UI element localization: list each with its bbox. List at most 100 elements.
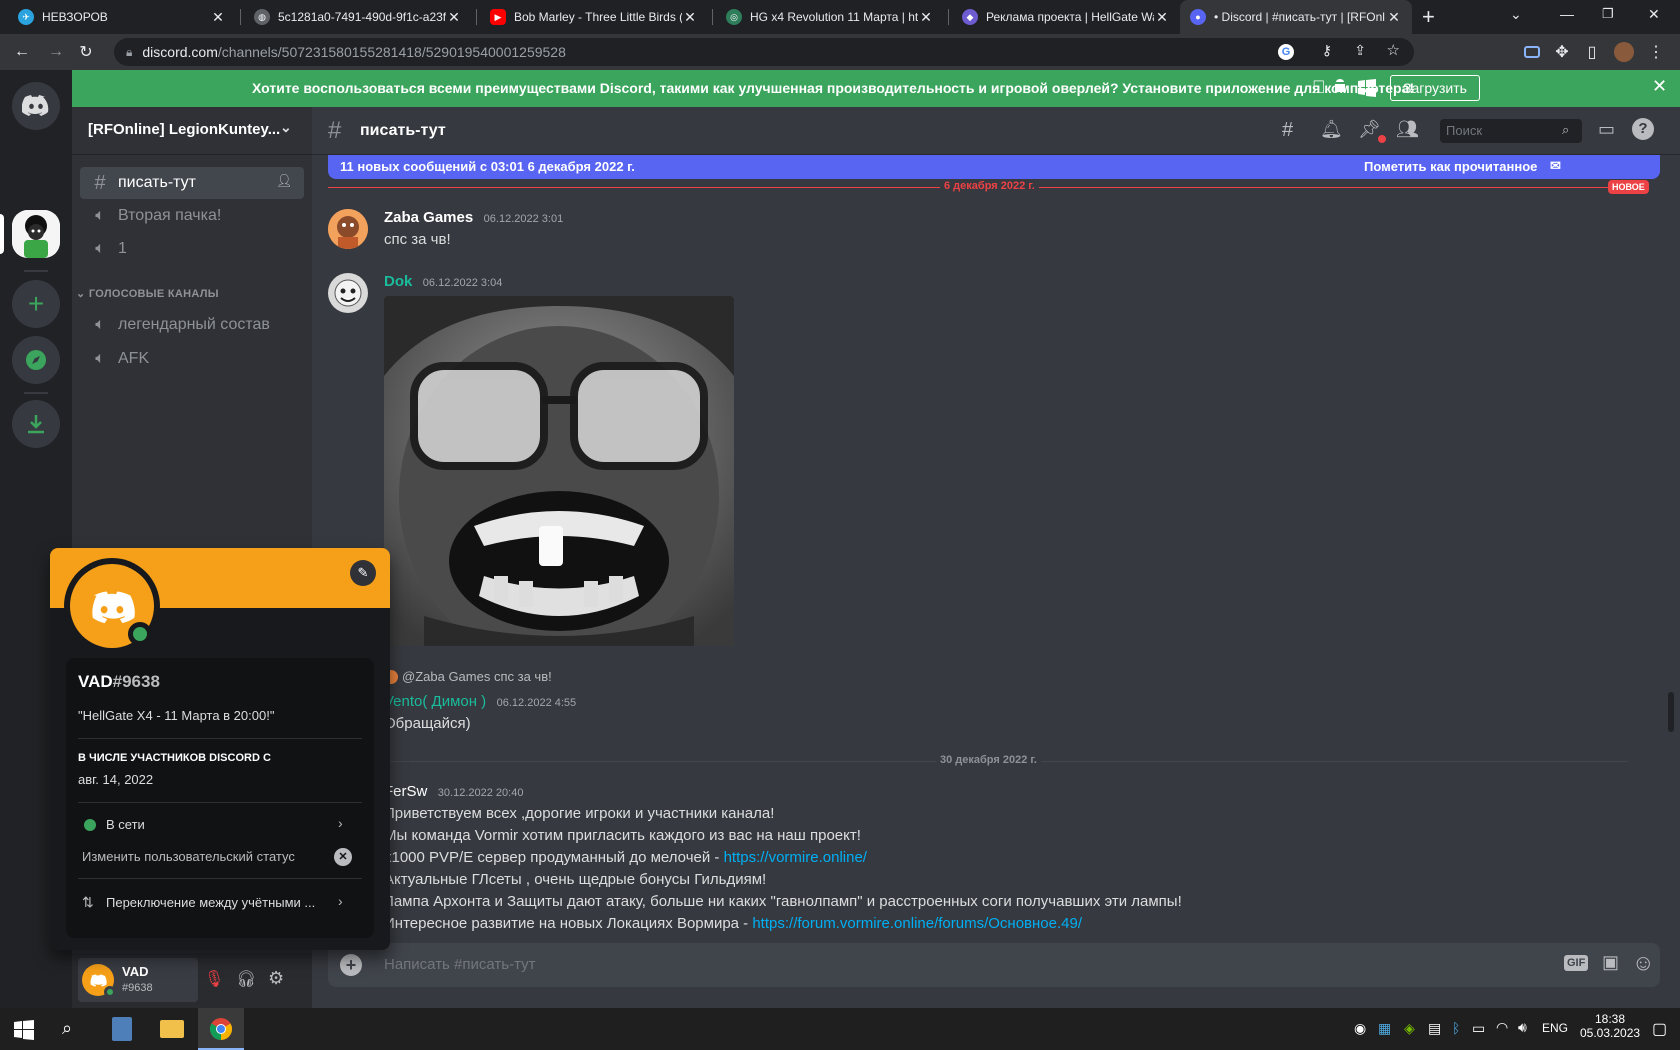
tab-0[interactable]: ✈ НЕВЗОРОВ ✕ [8,0,236,34]
close-icon[interactable]: ✕ [1386,9,1402,26]
google-icon[interactable]: G [1278,44,1294,60]
reload-icon[interactable]: ↻ [74,40,98,64]
category-label: ГОЛОСОВЫЕ КАНАЛЫ [88,288,219,300]
threads-icon[interactable]: # [1282,119,1293,142]
close-icon[interactable]: ✕ [446,9,462,26]
member-list-icon[interactable]: 👥︎ [1396,119,1419,140]
message-author[interactable]: FerSw [384,783,427,800]
mic-muted-icon[interactable]: 🎙︎ [204,969,224,989]
notification-bell-icon[interactable]: 🔔︎ [1320,119,1343,140]
tab-1[interactable]: ◍ 5c1281a0-7491-490d-9f1c-a23f ✕ [244,0,472,34]
share-icon[interactable]: ⇪ [1354,42,1366,59]
custom-status-button[interactable]: Изменить пользовательский статус ✕ [74,842,366,872]
status-selector[interactable]: В сети › [74,810,366,840]
menu-kebab-icon[interactable]: ⋮ [1644,40,1668,64]
tab-5-active[interactable]: ● • Discord | #писать-тут | [RFOnl ✕ [1180,0,1412,34]
close-icon[interactable]: ✕ [1652,76,1667,97]
search-input[interactable]: Поиск ⌕ [1440,119,1582,143]
clear-status-icon[interactable]: ✕ [334,848,352,866]
tab-search-icon[interactable]: ⌄ [1510,6,1522,23]
emoji-icon[interactable]: ☺ [1632,950,1654,976]
chrome-taskbar-button[interactable] [198,1008,244,1050]
battery-icon[interactable]: ▭ [1472,1020,1485,1037]
channel-item-1[interactable]: 🔈︎ 1 [80,233,304,265]
member-since-label: В ЧИСЛЕ УЧАСТНИКОВ DISCORD С [78,752,271,764]
channel-item-vtoraya-pachka[interactable]: 🔈︎ Вторая пачка! [80,200,304,232]
message-link[interactable]: https://vormire.online/ [724,849,867,866]
tray-app-2-icon[interactable]: ▤ [1428,1020,1441,1037]
volume-icon[interactable]: 🔊︎ [1518,1019,1527,1036]
server-header[interactable]: [RFOnline] LegionKuntey... ⌄ [72,107,312,155]
tab-4[interactable]: ◆ Реклама проекта | HellGate Wa ✕ [952,0,1180,34]
add-server-icon[interactable]: + [12,280,60,328]
message-author[interactable]: Dok [384,273,412,290]
headphones-icon[interactable]: 🎧︎ [236,969,256,989]
close-icon[interactable]: ✕ [1154,9,1170,26]
message-author[interactable]: Zaba Games [384,209,473,226]
channel-item-legendary[interactable]: 🔈︎ легендарный состав [80,309,304,341]
reply-preview[interactable]: @Zaba Games спс за чв! [384,669,552,684]
explore-compass-icon[interactable] [12,336,60,384]
minimize-button[interactable]: — [1560,6,1574,22]
tab-3[interactable]: ◎ HG x4 Revolution 11 Марта | htt ✕ [716,0,944,34]
bluetooth-icon[interactable]: ᛒ [1452,1020,1460,1036]
gif-button[interactable]: GIF [1564,955,1589,971]
side-panel-icon[interactable]: ▯ [1580,40,1604,64]
forward-icon[interactable]: → [44,40,68,64]
message-image-attachment[interactable] [384,296,734,646]
online-status-icon [84,819,96,831]
message-link[interactable]: https://forum.vormire.online/forums/Осно… [752,915,1082,932]
attach-plus-icon[interactable]: + [340,954,362,976]
download-apps-icon[interactable] [12,400,60,448]
tray-app-icon[interactable]: ▦ [1378,1020,1391,1037]
message-composer[interactable]: + Написать #писать-тут GIF ▣ ☺ [328,943,1660,987]
server-icon-rfonline[interactable] [12,210,60,258]
message-author[interactable]: Vento( Димон ) [384,693,486,710]
back-icon[interactable]: ← [10,40,34,64]
key-icon[interactable]: ⚷ [1322,42,1332,59]
avatar[interactable] [328,209,368,249]
calculator-app-icon[interactable] [112,1017,132,1041]
windows-start-icon[interactable] [14,1020,34,1045]
invite-icon[interactable]: 👤︎ [276,173,293,189]
help-icon[interactable]: ? [1632,118,1654,140]
wifi-icon[interactable]: ◠ [1496,1019,1508,1036]
channel-item-pisat-tut[interactable]: # писать-тут 👤︎ [80,167,304,199]
tab-2[interactable]: ▶ Bob Marley - Three Little Birds ( ✕ [480,0,708,34]
bookmark-star-icon[interactable]: ☆ [1387,41,1400,59]
file-explorer-icon[interactable] [160,1020,184,1038]
profile-avatar[interactable] [1612,40,1636,64]
switch-accounts-button[interactable]: ⇅ Переключение между учётными ... › [74,888,366,918]
clock[interactable]: 18:38 05.03.2023 [1580,1012,1640,1040]
search-icon[interactable]: ⌕ [62,1018,72,1039]
inbox-icon[interactable]: ▭ [1598,119,1615,140]
user-info-button[interactable]: VAD #9638 [78,958,198,1002]
status-label: В сети [106,817,145,832]
discord-home-icon[interactable] [12,82,60,130]
restore-button[interactable]: ❐ [1602,6,1614,22]
profile-username: VAD [78,672,113,691]
steam-tray-icon[interactable]: ◉ [1354,1020,1366,1037]
settings-gear-icon[interactable]: ⚙ [268,968,284,989]
category-voice-channels[interactable]: ⌄ ГОЛОСОВЫЕ КАНАЛЫ [76,287,219,300]
notifications-icon[interactable]: ▢ [1652,1019,1667,1039]
sticker-icon[interactable]: ▣ [1602,952,1619,973]
extension-icon[interactable] [1520,40,1544,64]
new-messages-bar[interactable]: 11 новых сообщений с 03:01 6 декабря 202… [328,155,1660,179]
new-tab-button[interactable]: + [1422,4,1435,30]
edit-profile-pencil-icon[interactable]: ✎ [350,560,376,586]
extensions-puzzle-icon[interactable]: ✥ [1550,40,1574,64]
message-header: Zaba Games 06.12.2022 3:01 [384,209,563,227]
address-bar[interactable]: 🔒︎ discord.com/channels/5072315801552814… [114,38,1414,66]
close-icon[interactable]: ✕ [918,9,934,26]
scrollbar-thumb[interactable] [1668,692,1674,732]
language-indicator[interactable]: ENG [1542,1021,1568,1035]
download-button[interactable]: Загрузить [1390,75,1480,101]
mark-read-button[interactable]: Пометить как прочитанное [1364,159,1537,174]
channel-item-afk[interactable]: 🔈︎ AFK [80,343,304,375]
avatar[interactable] [328,273,368,313]
close-icon[interactable]: ✕ [210,9,226,26]
window-close-button[interactable]: ✕ [1648,6,1660,23]
nvidia-tray-icon[interactable]: ◈ [1404,1020,1415,1037]
close-icon[interactable]: ✕ [682,9,698,26]
